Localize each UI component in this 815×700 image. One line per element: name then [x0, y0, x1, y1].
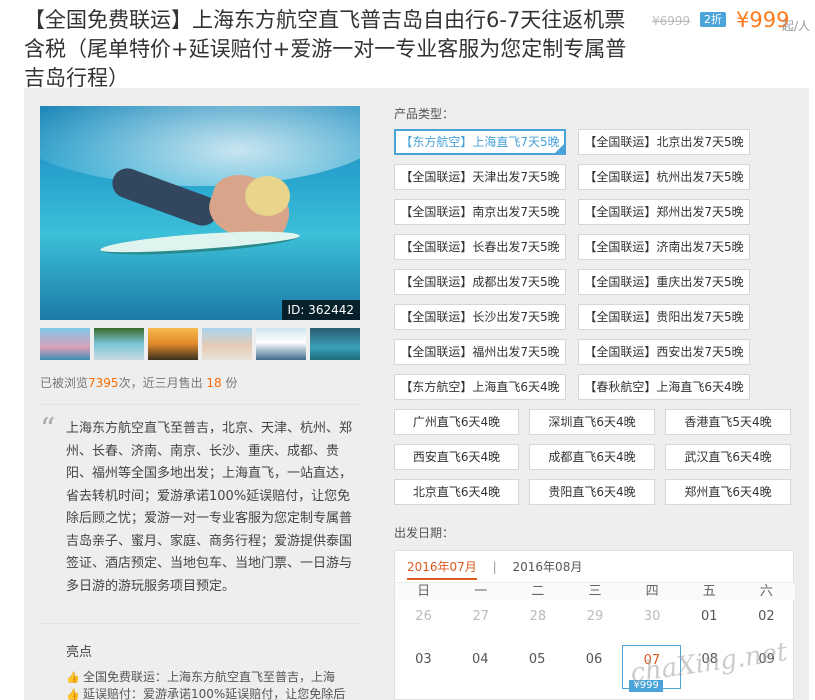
highlight-text: 延误赔付：爱游承诺100%延误赔付，让您免除后 — [83, 687, 346, 700]
thumbnail-sunset[interactable] — [148, 328, 198, 360]
product-option[interactable]: 【全国联运】西安出发7天5晚 — [578, 339, 750, 365]
product-option[interactable]: 【全国联运】福州出发7天5晚 — [394, 339, 566, 365]
calendar-week: 26 27 28 29 30 01 02 — [395, 607, 795, 627]
product-title: 【全国免费联运】上海东方航空直飞普吉岛自由行6-7天往返机票含税（尾单特价+延误… — [24, 8, 627, 90]
product-option[interactable]: 【全国联运】重庆出发7天5晚 — [578, 269, 750, 295]
wave-graphic — [40, 106, 360, 186]
sold-count: 18 — [206, 376, 222, 390]
thumbs-up-icon: 👍 — [66, 671, 80, 684]
product-option[interactable]: 【全国联运】长春出发7天5晚 — [394, 234, 566, 260]
view-stats: 已被浏览7395次，近三月售出 18 份 — [40, 374, 238, 391]
product-option[interactable]: 贵阳直飞6天4晚 — [529, 479, 655, 505]
stats-middle: 次，近三月售出 — [118, 376, 203, 390]
calendar-day[interactable]: 05 — [509, 645, 566, 689]
thumbnail-beach-group[interactable] — [40, 328, 90, 360]
highlight-item: 👍 延误赔付：爱游承诺100%延误赔付，让您免除后 — [66, 685, 346, 700]
weekday: 一 — [474, 584, 488, 599]
weekday: 四 — [645, 584, 659, 599]
product-option[interactable]: 西安直飞6天4晚 — [394, 444, 519, 470]
month-tabs: 2016年07月 | 2016年08月 — [407, 558, 583, 580]
thumbs-up-icon: 👍 — [66, 688, 80, 700]
calendar-day: 28 — [529, 609, 547, 624]
weekday: 五 — [702, 584, 716, 599]
product-option[interactable]: 郑州直飞6天4晚 — [665, 479, 791, 505]
product-option[interactable]: 北京直飞6天4晚 — [394, 479, 519, 505]
calendar-day: 30 — [643, 609, 661, 624]
discount-badge: 2折 — [700, 12, 726, 27]
product-option[interactable]: 【春秋航空】上海直飞6天4晚 — [578, 374, 750, 400]
product-option[interactable]: 成都直飞6天4晚 — [529, 444, 655, 470]
view-count: 7395 — [88, 376, 119, 390]
product-option[interactable]: 香港直飞5天4晚 — [665, 409, 791, 435]
thumbnail-beach-friends[interactable] — [202, 328, 252, 360]
stats-suffix: 份 — [225, 376, 238, 390]
calendar-day: 29 — [586, 609, 604, 624]
image-id-badge: ID: 362442 — [281, 300, 360, 320]
product-option-selected[interactable]: 【东方航空】上海直飞7天5晚 — [394, 129, 566, 155]
product-option[interactable]: 【全国联运】济南出发7天5晚 — [578, 234, 750, 260]
product-option[interactable]: 【全国联运】郑州出发7天5晚 — [578, 199, 750, 225]
product-option[interactable]: 【全国联运】长沙出发7天5晚 — [394, 304, 566, 330]
calendar-day[interactable]: 01 — [681, 607, 738, 627]
product-option[interactable]: 【全国联运】贵阳出发7天5晚 — [578, 304, 750, 330]
calendar-day: 27 — [472, 609, 489, 624]
surfer-hair-graphic — [245, 176, 290, 216]
month-tab[interactable]: 2016年08月 — [513, 560, 583, 574]
weekday: 日 — [417, 584, 431, 599]
product-panel: ID: 362442 已被浏览7395次，近三月售出 18 份 “ 上海东方航空… — [24, 88, 809, 700]
product-option[interactable]: 【全国联运】北京出发7天5晚 — [578, 129, 750, 155]
calendar-day[interactable]: 02 — [738, 607, 795, 627]
product-option[interactable]: 【全国联运】天津出发7天5晚 — [394, 164, 566, 190]
price-box: ¥6999 2折 ¥999 起/人 — [652, 8, 812, 34]
original-price: ¥6999 — [652, 14, 691, 28]
thumbnail-strip — [40, 328, 360, 360]
highlight-text: 全国免费联运：上海东方航空直飞至普吉，上海 — [83, 670, 336, 684]
calendar-day[interactable]: 04 — [452, 645, 509, 689]
thumbnail-diving[interactable] — [310, 328, 360, 360]
product-option[interactable]: 【全国联运】杭州出发7天5晚 — [578, 164, 750, 190]
description-text: 上海东方航空直飞至普吉，北京、天津、杭州、郑州、长春、济南、南京、长沙、重庆、成… — [66, 421, 353, 594]
description-box: “ 上海东方航空直飞至普吉，北京、天津、杭州、郑州、长春、济南、南京、长沙、重庆… — [40, 404, 360, 624]
calendar-day[interactable]: 03 — [395, 645, 452, 689]
price-unit: 起/人 — [782, 19, 811, 33]
month-tab-active[interactable]: 2016年07月 — [407, 560, 477, 580]
departure-calendar: 2016年07月 | 2016年08月 日 一 二 三 四 五 六 26 27 … — [394, 550, 795, 700]
surfboard-graphic — [99, 227, 301, 259]
product-option[interactable]: 深圳直飞6天4晚 — [529, 409, 655, 435]
thumbnail-waterfall[interactable] — [94, 328, 144, 360]
product-option[interactable]: 【全国联运】南京出发7天5晚 — [394, 199, 566, 225]
month-separator: | — [492, 560, 497, 574]
weekday: 六 — [759, 584, 773, 599]
main-photo[interactable]: ID: 362442 — [40, 106, 360, 320]
weekday: 二 — [531, 584, 545, 599]
weekday: 三 — [588, 584, 602, 599]
quote-icon: “ — [40, 412, 56, 447]
calendar-day: 26 — [415, 609, 432, 624]
product-option[interactable]: 【东方航空】上海直飞6天4晚 — [394, 374, 566, 400]
product-option[interactable]: 武汉直飞6天4晚 — [665, 444, 791, 470]
product-option[interactable]: 广州直飞6天4晚 — [394, 409, 519, 435]
highlights-title: 亮点 — [66, 645, 93, 660]
stats-prefix: 已被浏览 — [40, 376, 89, 390]
product-type-label: 产品类型： — [394, 107, 455, 121]
highlight-item: 👍 全国免费联运：上海东方航空直飞至普吉，上海 — [66, 668, 346, 685]
calendar-day[interactable]: 06 — [566, 645, 623, 689]
weekday-header: 日 一 二 三 四 五 六 — [395, 582, 795, 600]
departure-date-label: 出发日期： — [394, 526, 455, 540]
options-column: 产品类型： 【东方航空】上海直飞7天5晚 【全国联运】北京出发7天5晚 【全国联… — [394, 88, 804, 700]
product-header: 【全国免费联运】上海东方航空直飞普吉岛自由行6-7天往返机票含税（尾单特价+延误… — [24, 6, 634, 93]
product-option[interactable]: 【全国联运】成都出发7天5晚 — [394, 269, 566, 295]
thumbnail-boat[interactable] — [256, 328, 306, 360]
